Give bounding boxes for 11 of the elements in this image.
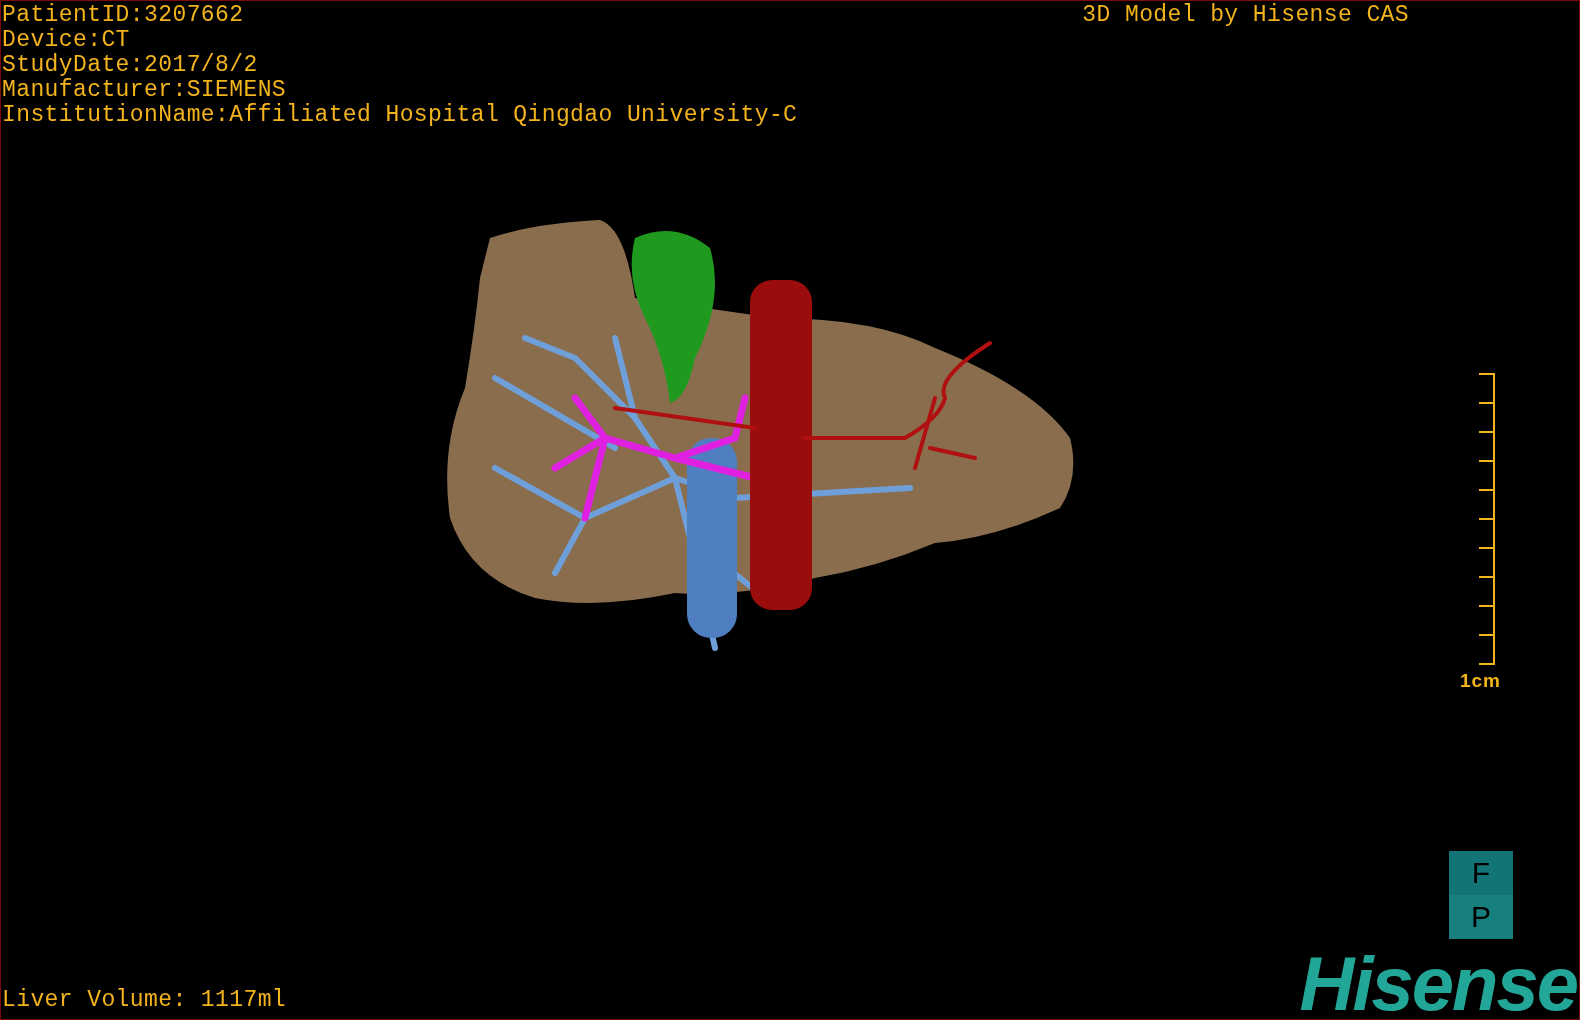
patient-info-text: PatientID:3207662 bbox=[2, 3, 245, 28]
orientation-marker: P bbox=[1449, 895, 1513, 939]
scale-label: 1cm bbox=[1459, 670, 1501, 692]
logo: Hisense bbox=[1299, 949, 1577, 1019]
patient-info-text: InstitutionName:Affiliated Hospital Qingdao University-C bbox=[2, 103, 798, 128]
patient-info-text: Manufacturer:SIEMENS bbox=[2, 78, 288, 103]
patient-info-text: Device:CT bbox=[2, 28, 131, 53]
viewer-title: 3D Model by Hisense CAS bbox=[1082, 3, 1409, 30]
liver-volume-text: Liver Volume: 1117ml bbox=[1, 988, 287, 1015]
patient-info-text: StudyDate:2017/8/2 bbox=[2, 53, 259, 78]
orientation-marker: F bbox=[1449, 851, 1513, 895]
